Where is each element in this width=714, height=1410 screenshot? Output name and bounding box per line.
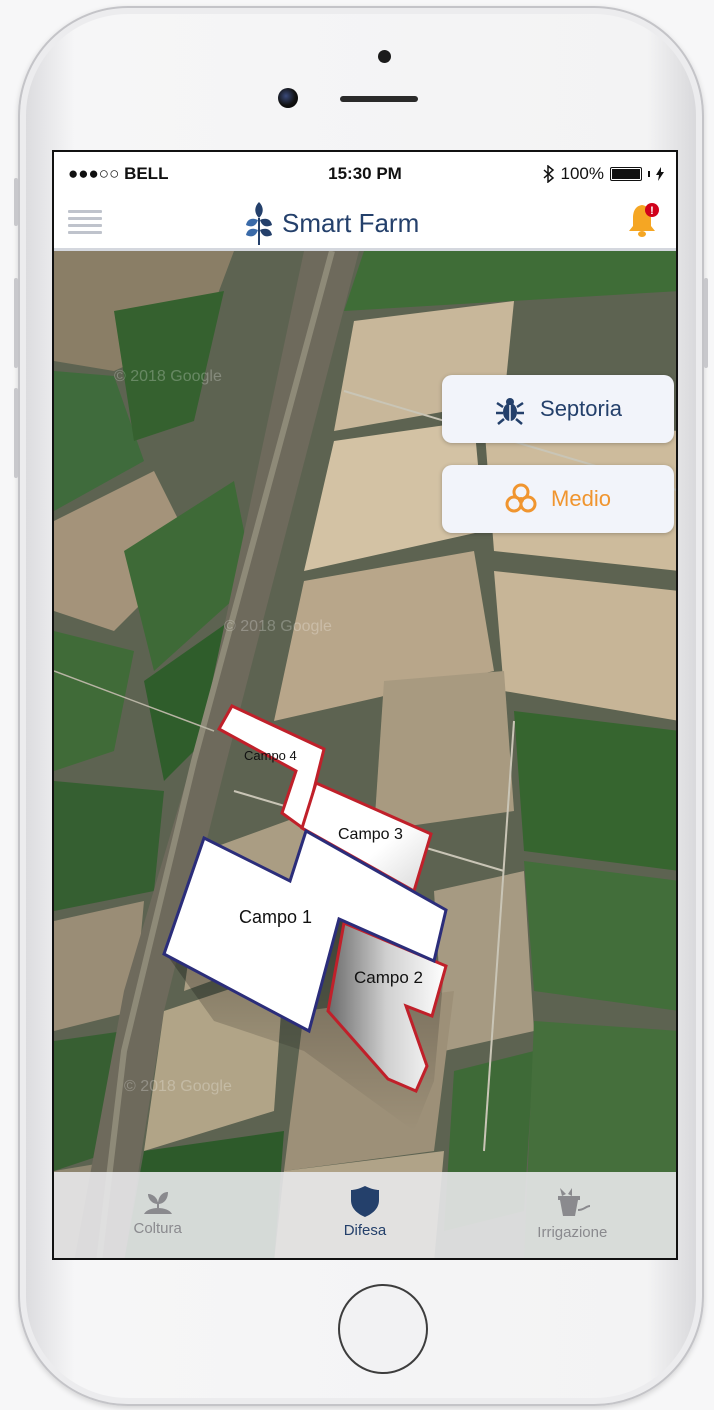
risk-label: Medio — [551, 486, 611, 511]
field-label: Campo 1 — [239, 907, 312, 927]
volume-down-button — [14, 388, 18, 478]
tab-difesa[interactable]: Difesa — [261, 1172, 468, 1258]
app-screen: ●●●○○ BELL 15:30 PM 100% Smart Farm ! © … — [52, 150, 678, 1260]
battery-tip — [648, 171, 650, 177]
disease-card[interactable]: Septoria — [442, 375, 674, 443]
wheat-logo-icon — [246, 202, 272, 245]
tab-label: Difesa — [343, 1222, 387, 1239]
volume-up-button — [14, 278, 18, 368]
risk-level-card[interactable]: Medio — [442, 465, 674, 533]
map-watermark: © 2018 Google — [224, 618, 332, 635]
front-camera — [278, 88, 298, 108]
bolt-icon — [656, 167, 664, 181]
bug-icon — [496, 398, 525, 425]
watering-pot-icon — [558, 1188, 591, 1216]
hamburger-menu-icon[interactable] — [68, 210, 102, 234]
plant-icon — [143, 1192, 172, 1214]
map-watermark: © 2018 Google — [114, 368, 222, 385]
biohazard-icon — [505, 483, 537, 513]
earpiece-speaker — [340, 96, 418, 102]
map-watermark: © 2018 Google — [124, 1078, 232, 1095]
shield-icon — [350, 1186, 379, 1217]
satellite-map[interactable]: © 2018 Google © 2018 Google © 2018 Googl… — [54, 251, 676, 1258]
field-label: Campo 2 — [354, 968, 423, 987]
bell-icon: ! — [629, 203, 659, 237]
app-title: Smart Farm — [282, 207, 420, 238]
notification-bell[interactable]: ! — [626, 200, 662, 240]
status-bar: ●●●○○ BELL 15:30 PM 100% — [54, 152, 676, 194]
proximity-sensor — [378, 50, 391, 63]
battery-icon — [610, 167, 642, 181]
field-label: Campo 4 — [244, 748, 297, 763]
tab-label: Coltura — [133, 1220, 182, 1237]
tab-label: Irrigazione — [537, 1224, 608, 1241]
home-button[interactable] — [338, 1284, 428, 1374]
disease-label: Septoria — [540, 396, 622, 421]
nav-bar: Smart Farm ! — [54, 194, 676, 251]
battery-percent: 100% — [560, 164, 604, 183]
status-right: 100% — [543, 164, 664, 184]
bluetooth-icon — [543, 165, 554, 183]
tab-coltura[interactable]: Coltura — [54, 1172, 261, 1258]
tab-bar: Coltura Difesa Irrigazione — [54, 1172, 676, 1258]
power-button — [704, 278, 708, 368]
mute-switch — [14, 178, 18, 226]
field-label: Campo 3 — [338, 826, 403, 843]
notification-badge: ! — [650, 205, 654, 217]
tab-irrigazione[interactable]: Irrigazione — [469, 1172, 676, 1258]
brand: Smart Farm — [244, 200, 419, 246]
